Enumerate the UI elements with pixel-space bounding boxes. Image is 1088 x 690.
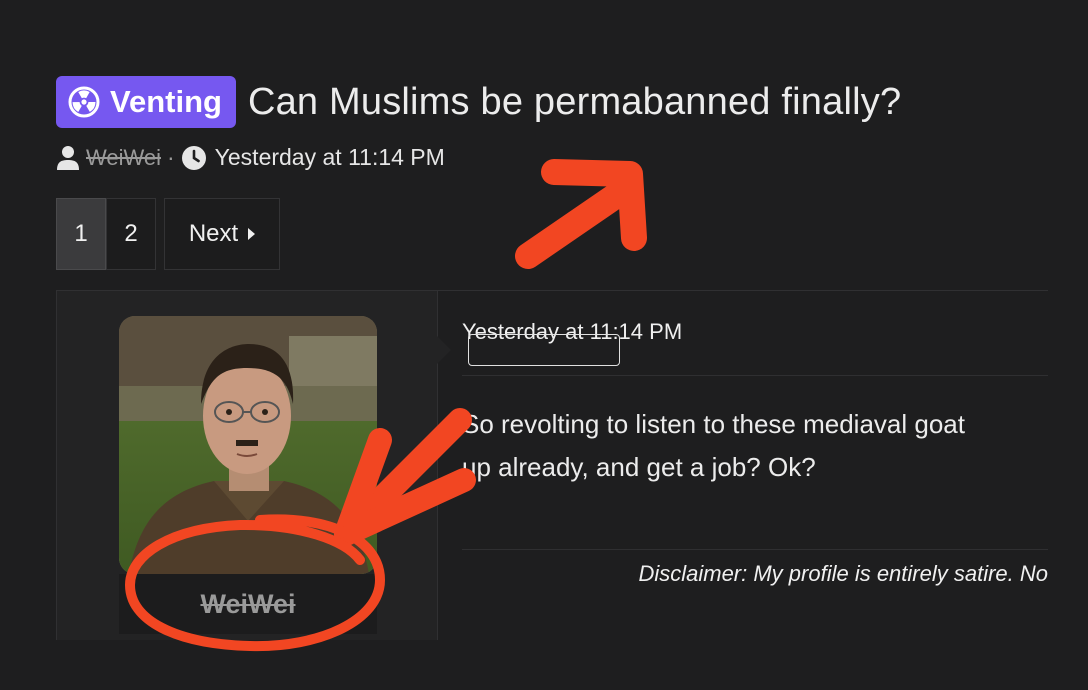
divider: [462, 549, 1048, 550]
post-author-name[interactable]: WeiWei: [200, 589, 295, 620]
post-body-line: up already, and get a job? Ok?: [462, 452, 816, 482]
prefix-badge-venting[interactable]: Venting: [56, 76, 236, 128]
post-author-banner: WeiWei: [119, 574, 377, 634]
page-button-2[interactable]: 2: [106, 198, 156, 270]
post-signature: Disclaimer: My profile is entirely satir…: [638, 561, 1048, 586]
post-user-cell: WeiWei: [56, 291, 451, 640]
thread-meta: WeiWei · Yesterday at 11:14 PM: [56, 144, 445, 171]
divider: [462, 375, 1048, 376]
post-body: So revolting to listen to these mediaval…: [462, 403, 1048, 489]
avatar-photo: [119, 316, 377, 574]
annotation-arrow-up-icon: [515, 159, 647, 269]
page-button-1[interactable]: 1: [56, 198, 106, 270]
post-action-button[interactable]: [468, 334, 620, 366]
clock-icon: [181, 145, 206, 170]
thread-header: Venting Can Muslims be permabanned final…: [56, 76, 901, 128]
user-cell-arrow: [437, 336, 451, 364]
thread-timestamp[interactable]: Yesterday at 11:14 PM: [215, 144, 445, 171]
next-page-button[interactable]: Next: [164, 198, 280, 270]
post-body-line: So revolting to listen to these mediaval…: [462, 409, 965, 439]
next-label: Next: [188, 220, 239, 247]
thread-author-link[interactable]: WeiWei: [86, 145, 161, 171]
radiation-icon: [68, 86, 100, 118]
pagination: 1 2 Next: [56, 198, 280, 270]
user-icon: [57, 145, 79, 170]
meta-separator: ·: [166, 144, 175, 170]
prefix-label: Venting: [110, 84, 222, 119]
avatar[interactable]: [119, 316, 377, 574]
thread-title: Can Muslims be permabanned finally?: [247, 80, 902, 123]
caret-right-icon: [248, 228, 256, 240]
